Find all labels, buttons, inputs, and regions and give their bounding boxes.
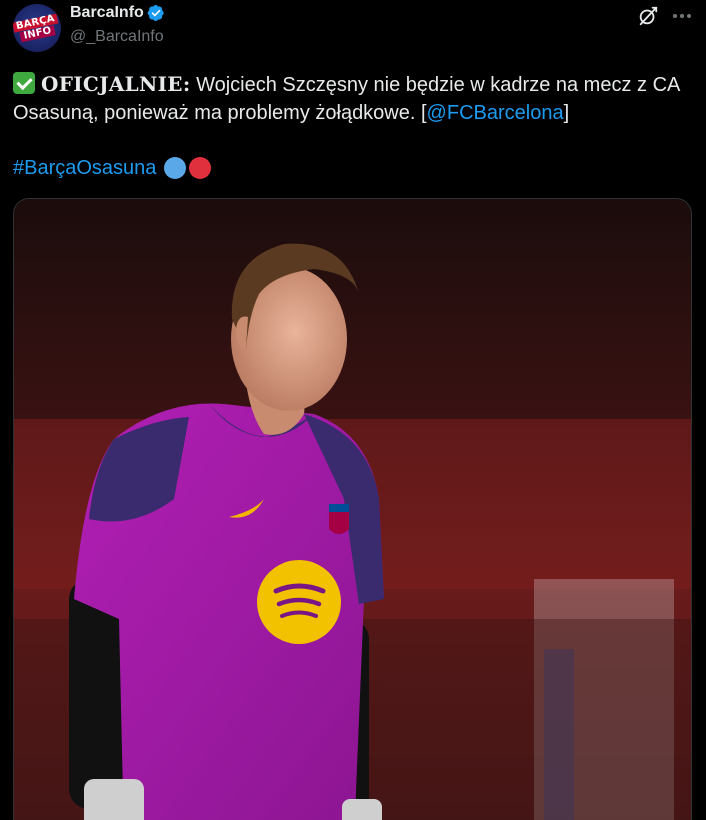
hashtag-row: #BarçaOsasuna bbox=[13, 154, 212, 182]
author-name-row[interactable]: BarcaInfo bbox=[70, 4, 165, 22]
grok-button[interactable] bbox=[636, 4, 660, 28]
photo-illustration bbox=[14, 199, 691, 820]
blue-circle-emoji-icon bbox=[164, 157, 187, 179]
check-mark-emoji-icon bbox=[13, 72, 35, 94]
tweet-suffix: ] bbox=[563, 102, 570, 124]
red-circle-emoji-icon bbox=[189, 157, 212, 179]
more-options-button[interactable] bbox=[670, 4, 694, 28]
avatar-logo: BARÇA INFO bbox=[13, 13, 61, 43]
tweet-prefix-bold: OFICJALNIE: bbox=[41, 72, 191, 96]
display-name[interactable]: BarcaInfo bbox=[70, 4, 144, 22]
avatar[interactable]: BARÇA INFO bbox=[13, 4, 61, 52]
grok-icon bbox=[639, 6, 658, 26]
more-options-icon bbox=[673, 14, 691, 18]
verified-badge-icon[interactable] bbox=[147, 4, 165, 22]
hashtag-link[interactable]: #BarçaOsasuna bbox=[13, 154, 156, 182]
handle[interactable]: @_BarcaInfo bbox=[70, 28, 164, 46]
mention-link[interactable]: @FCBarcelona bbox=[427, 102, 564, 124]
tweet-text: OFICJALNIE: Wojciech Szczęsny nie będzie… bbox=[13, 70, 693, 127]
tweet-media-photo[interactable] bbox=[13, 198, 692, 820]
